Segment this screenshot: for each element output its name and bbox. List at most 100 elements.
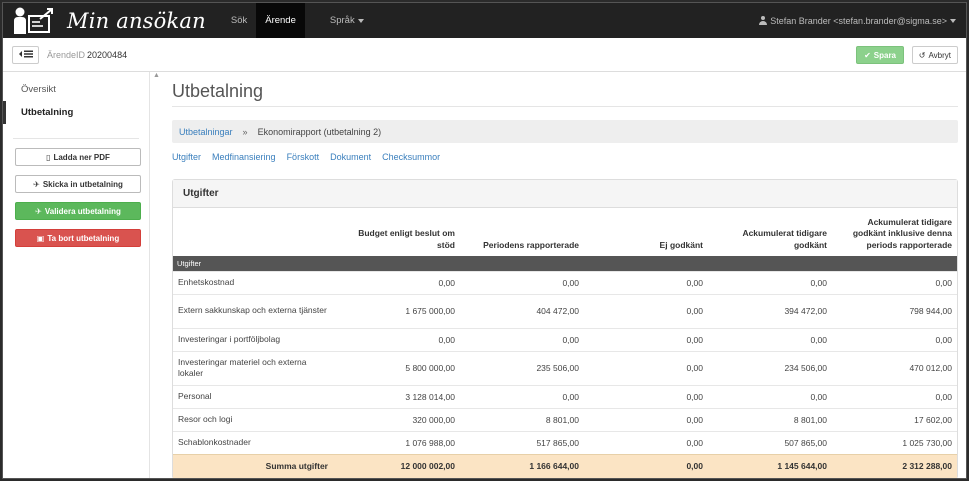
sidebar: Översikt Utbetalning ▯ Ladda ner PDF ✈ S… (3, 72, 150, 478)
tab-cofinancing[interactable]: Medfinansiering (212, 152, 276, 166)
tab-checksums[interactable]: Checksummor (382, 152, 440, 166)
nav-item-case[interactable]: Ärende (256, 3, 305, 38)
table-cell: 0,00 (832, 327, 957, 351)
delete-payment-button[interactable]: ▣ Ta bort utbetalning (15, 229, 141, 247)
row-label: Resor och logi (173, 407, 336, 431)
table-cell: 1 076 988,00 (336, 430, 460, 454)
row-label: Investeringar i portföljbolag (173, 327, 336, 351)
download-pdf-label: Ladda ner PDF (53, 152, 110, 162)
nav-item-search[interactable]: Sök (222, 3, 256, 38)
row-label: Extern sakkunskap och externa tjänster (173, 293, 336, 328)
row-label: Investeringar materiel och externa lokal… (173, 350, 336, 385)
column-header (173, 208, 336, 256)
sum-label: Summa utgifter (173, 453, 336, 478)
table-cell: 0,00 (708, 327, 832, 351)
sum-cell: 2 312 288,00 (832, 453, 957, 478)
row-label: Personal (173, 384, 336, 408)
row-label: Enhetskostnad (173, 270, 336, 294)
breadcrumb-link-payments[interactable]: Utbetalningar (179, 127, 233, 137)
validate-payment-label: Validera utbetalning (44, 206, 121, 216)
table-cell: 5 800 000,00 (336, 350, 460, 385)
caret-down-icon (950, 18, 956, 23)
sidebar-toggle-button[interactable] (12, 45, 39, 64)
table-header-row: Budget enligt beslut om stöd Periodens r… (173, 208, 957, 256)
sum-cell: 0,00 (584, 453, 708, 478)
main-nav: Sök Ärende Språk (222, 3, 373, 38)
person-document-icon (13, 6, 57, 36)
sidebar-item-payment[interactable]: Utbetalning (3, 101, 149, 124)
user-menu[interactable]: Stefan Brander <stefan.brander@sigma.se> (759, 3, 956, 38)
column-header: Ej godkänt (659, 239, 703, 250)
table-cell: 1 025 730,00 (832, 430, 957, 454)
top-navbar: Min ansökan Sök Ärende Språk Stefan Bran… (3, 3, 966, 38)
table-cell: 0,00 (584, 350, 708, 385)
scroll-up-arrow-icon[interactable]: ▲ (151, 72, 162, 82)
sum-cell: 12 000 002,00 (336, 453, 460, 478)
sidebar-item-overview[interactable]: Översikt (3, 78, 149, 101)
file-pdf-icon: ▯ (46, 152, 51, 162)
save-button[interactable]: ✔ Spara (856, 46, 904, 64)
send-icon: ✈ (33, 179, 40, 189)
app-window: Min ansökan Sök Ärende Språk Stefan Bran… (2, 2, 967, 479)
table-cell: 8 801,00 (460, 407, 584, 431)
table-cell: 517 865,00 (460, 430, 584, 454)
trash-icon: ▣ (36, 233, 45, 243)
table-cell: 0,00 (708, 270, 832, 294)
submit-payment-label: Skicka in utbetalning (42, 179, 123, 189)
group-label: Utgifter (173, 256, 957, 271)
table-cell: 0,00 (460, 327, 584, 351)
save-button-label: Spara (873, 50, 896, 60)
brand[interactable]: Min ansökan (3, 3, 206, 38)
breadcrumb-current: Ekonomirapport (utbetalning 2) (257, 126, 382, 137)
column-header: Budget enligt beslut om stöd (358, 228, 455, 250)
table-cell: 0,00 (336, 270, 460, 294)
table-cell: 0,00 (584, 430, 708, 454)
expenses-table: Budget enligt beslut om stöd Periodens r… (173, 208, 957, 478)
collapse-menu-icon (18, 50, 33, 60)
table-cell: 8 801,00 (708, 407, 832, 431)
panel-heading: Utgifter (173, 180, 957, 208)
section-tabs: Utgifter Medfinansiering Förskott Dokume… (172, 152, 958, 166)
nav-item-language[interactable]: Språk (321, 3, 373, 38)
tab-documents[interactable]: Dokument (330, 152, 371, 166)
download-pdf-button[interactable]: ▯ Ladda ner PDF (15, 148, 141, 166)
table-cell: 0,00 (832, 384, 957, 408)
table-group-row: Utgifter (173, 256, 957, 271)
submit-payment-button[interactable]: ✈ Skicka in utbetalning (15, 175, 141, 193)
table-cell: 0,00 (460, 270, 584, 294)
table-cell: 394 472,00 (708, 293, 832, 328)
table-cell: 1 675 000,00 (336, 293, 460, 328)
sidebar-divider (13, 138, 139, 139)
table-cell: 0,00 (832, 270, 957, 294)
user-name: Stefan Brander <stefan.brander@sigma.se> (770, 15, 947, 26)
validate-payment-button[interactable]: ✈ Validera utbetalning (15, 202, 141, 220)
user-icon (759, 16, 768, 25)
tab-expenses[interactable]: Utgifter (172, 152, 201, 166)
sub-header: ÄrendeID 20200484 ✔ Spara ↺ Avbryt (3, 38, 966, 72)
table-cell: 798 944,00 (832, 293, 957, 328)
table-cell: 235 506,00 (460, 350, 584, 385)
expenses-panel: Utgifter Budget enligt beslut om stöd Pe… (172, 179, 958, 478)
column-header: Ackumulerat tidigare godkänt (742, 228, 827, 250)
check-icon: ✔ (864, 50, 871, 60)
table-row: Schablonkostnader 1 076 988,00 517 865,0… (173, 430, 957, 454)
sum-cell: 1 166 644,00 (460, 453, 584, 478)
column-header: Periodens rapporterade (483, 239, 579, 250)
table-cell: 0,00 (584, 327, 708, 351)
table-cell: 320 000,00 (336, 407, 460, 431)
table-row: Personal 3 128 014,00 0,00 0,00 0,00 0,0… (173, 384, 957, 408)
tab-advance[interactable]: Förskott (287, 152, 320, 166)
table-sum-row: Summa utgifter 12 000 002,00 1 166 644,0… (173, 453, 957, 478)
table-cell: 404 472,00 (460, 293, 584, 328)
breadcrumb-separator: » (242, 126, 248, 137)
table-cell: 0,00 (584, 384, 708, 408)
table-row: Enhetskostnad 0,00 0,00 0,00 0,00 0,00 (173, 270, 957, 294)
delete-payment-label: Ta bort utbetalning (47, 233, 120, 243)
main-content: Utbetalning Utbetalningar » Ekonomirappo… (172, 72, 958, 478)
table-row: Investeringar i portföljbolag 0,00 0,00 … (173, 327, 957, 351)
table-cell: 0,00 (584, 293, 708, 328)
cancel-button[interactable]: ↺ Avbryt (911, 46, 958, 64)
breadcrumb: Utbetalningar » Ekonomirapport (utbetaln… (172, 120, 958, 143)
app-title: Min ansökan (67, 8, 206, 33)
row-label: Schablonkostnader (173, 430, 336, 454)
